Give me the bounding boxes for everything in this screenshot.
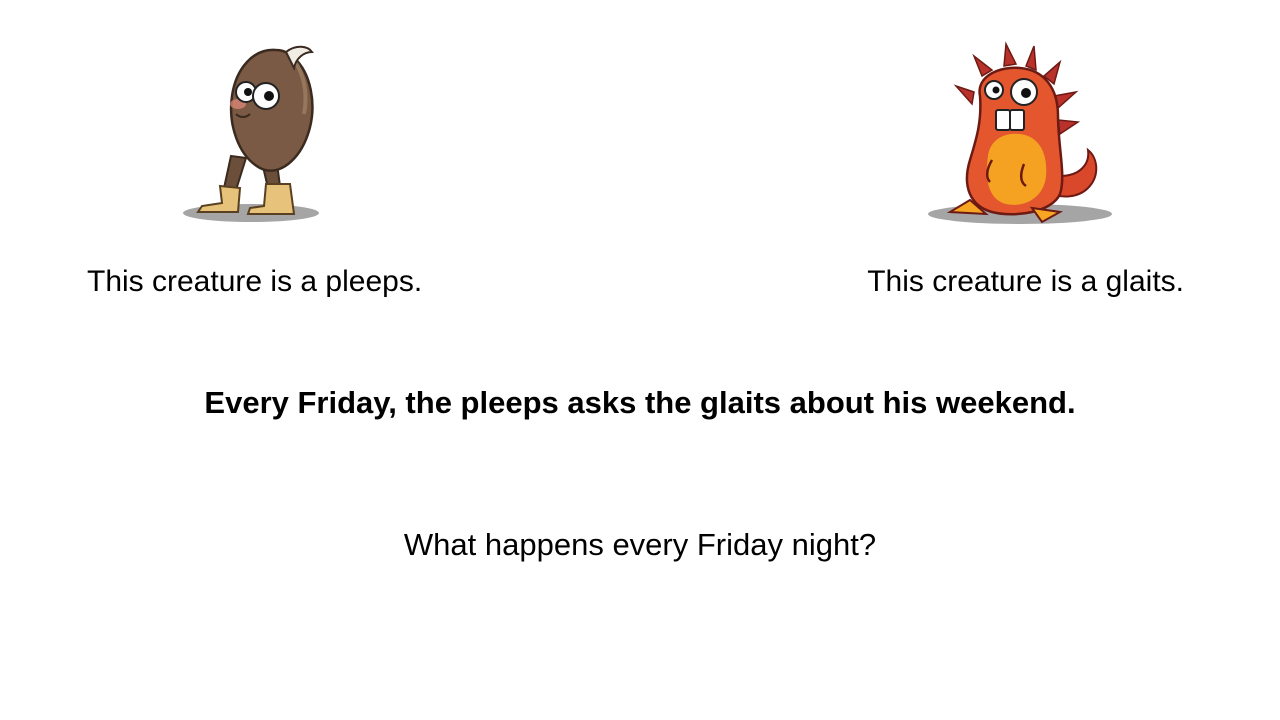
pleeps-caption: This creature is a pleeps. — [87, 265, 423, 298]
glaits-caption: This creature is a glaits. — [867, 265, 1184, 298]
pleeps-creature-icon — [176, 38, 328, 228]
question-text: What happens every Friday night? — [403, 527, 877, 562]
glaits-creature-icon — [920, 36, 1120, 236]
slide: This creature is a pleeps. This creature… — [0, 0, 1280, 720]
statement-text: Every Friday, the pleeps asks the glaits… — [204, 385, 1076, 420]
